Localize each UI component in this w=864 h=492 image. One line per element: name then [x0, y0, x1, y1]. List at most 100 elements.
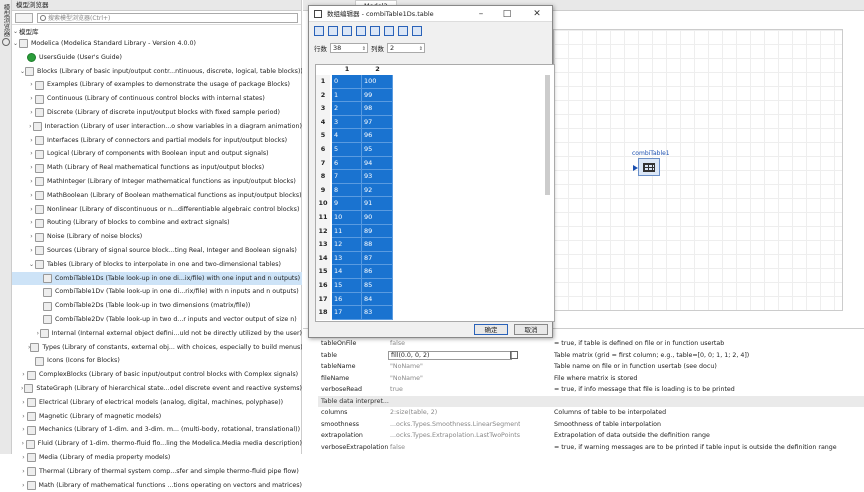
grid-cell[interactable]: 9 — [332, 197, 362, 211]
cancel-button[interactable]: 取消 — [514, 324, 548, 335]
grid-cell[interactable]: 1 — [332, 89, 362, 103]
grid-cell[interactable]: 94 — [362, 157, 393, 171]
tree-item[interactable]: ›Electrical (Library of electrical model… — [12, 396, 302, 410]
tree-item[interactable]: ›Media (Library of media property models… — [12, 451, 302, 465]
delete-row-icon[interactable] — [356, 26, 366, 36]
tree-item[interactable]: ›StateGraph (Library of hierarchical sta… — [12, 382, 302, 396]
chevron-right-icon[interactable]: › — [28, 216, 35, 230]
row-header[interactable]: 10 — [316, 197, 330, 211]
row-header[interactable]: 5 — [316, 129, 330, 143]
chevron-right-icon[interactable]: › — [20, 479, 27, 492]
row-header[interactable]: 11 — [316, 211, 330, 225]
parameter-row[interactable]: verboseReadtrue= true, if info message t… — [318, 384, 864, 396]
parameter-value-input[interactable]: fill(0.0, 0, 2) — [388, 351, 512, 360]
column-header[interactable]: 2 — [362, 65, 393, 74]
chevron-right-icon[interactable]: › — [28, 106, 35, 120]
parameter-row[interactable]: fileName"NoName"File where matrix is sto… — [318, 373, 864, 385]
grid-cell[interactable]: 17 — [332, 306, 362, 320]
chevron-right-icon[interactable]: › — [28, 147, 35, 161]
grid-cell[interactable]: 97 — [362, 116, 393, 130]
rows-spinbox[interactable]: 38⇕ — [330, 43, 368, 53]
grid-cell[interactable]: 5 — [332, 143, 362, 157]
parameter-row[interactable]: columns2:size(table, 2)Columns of table … — [318, 407, 864, 419]
grid-cell[interactable]: 16 — [332, 293, 362, 307]
grid-cell[interactable]: 87 — [362, 252, 393, 266]
tree-item[interactable]: CombiTable2Dv (Table look-up in two d...… — [12, 313, 302, 327]
grid-cell[interactable]: 14 — [332, 265, 362, 279]
tree-item[interactable]: ›ComplexBlocks (Library of basic input/o… — [12, 368, 302, 382]
tree-item[interactable]: ›Fluid (Library of 1-dim. thermo-fluid f… — [12, 437, 302, 451]
row-header[interactable]: 8 — [316, 170, 330, 184]
row-header[interactable]: 9 — [316, 184, 330, 198]
minimize-icon[interactable]: – — [471, 6, 491, 22]
insert-row-icon[interactable] — [342, 26, 352, 36]
grid-cell[interactable]: 99 — [362, 89, 393, 103]
vertical-scrollbar[interactable] — [545, 75, 550, 195]
spin-arrows-icon[interactable]: ⇕ — [362, 45, 366, 54]
tree-item[interactable]: ⌄Tables (Library of blocks to interpolat… — [12, 258, 302, 272]
tree-item[interactable]: ›Examples (Library of examples to demons… — [12, 78, 302, 92]
chevron-right-icon[interactable]: › — [20, 410, 27, 424]
chevron-right-icon[interactable]: › — [20, 465, 27, 479]
chevron-right-icon[interactable]: › — [28, 78, 35, 92]
tree-item[interactable]: ›Discrete (Library of discrete input/out… — [12, 106, 302, 120]
grid-cell[interactable]: 90 — [362, 211, 393, 225]
tree-item[interactable]: CombiTable2Ds (Table look-up in two dime… — [12, 299, 302, 313]
search-input[interactable]: 搜索模型浏览器(Ctrl+) — [37, 13, 298, 23]
row-header[interactable]: 16 — [316, 279, 330, 293]
row-header[interactable]: 18 — [316, 306, 330, 320]
grid-cell[interactable]: 7 — [332, 170, 362, 184]
grid-cell[interactable]: 93 — [362, 170, 393, 184]
grid-cell[interactable]: 100 — [362, 75, 393, 89]
chevron-right-icon[interactable]: › — [20, 437, 26, 451]
tree-item[interactable]: ›Routing (Library of blocks to combine a… — [12, 216, 302, 230]
tree-item[interactable]: ›Types (Library of constants, external o… — [12, 341, 302, 355]
chevron-right-icon[interactable]: › — [20, 368, 27, 382]
parameter-row[interactable]: tableOnFilefalse= true, if table is defi… — [318, 338, 864, 350]
chevron-right-icon[interactable]: › — [28, 203, 35, 217]
chevron-right-icon[interactable]: › — [20, 423, 27, 437]
chevron-right-icon[interactable]: › — [28, 230, 35, 244]
tree-item[interactable]: ›Interfaces (Library of connectors and p… — [12, 134, 302, 148]
parameter-row[interactable]: tablefill(0.0, 0, 2)Table matrix (grid =… — [318, 350, 864, 362]
tree-item[interactable]: ›Continuous (Library of continuous contr… — [12, 92, 302, 106]
grid-cell[interactable]: 84 — [362, 293, 393, 307]
save-icon[interactable] — [328, 26, 338, 36]
grid-cell[interactable]: 3 — [332, 116, 362, 130]
chevron-down-icon[interactable]: ⌄ — [12, 37, 19, 51]
grid-cell[interactable]: 10 — [332, 211, 362, 225]
chevron-right-icon[interactable]: › — [28, 189, 35, 203]
row-header[interactable]: 3 — [316, 102, 330, 116]
row-header[interactable]: 12 — [316, 225, 330, 239]
tree-item[interactable]: CombiTable1Dv (Table look-up in one di..… — [12, 285, 302, 299]
tree-item[interactable]: ›Mechanics (Library of 1-dim. and 3-dim.… — [12, 423, 302, 437]
array-grid[interactable]: 1 2 101002199329843975496659576948793989… — [315, 64, 555, 322]
grid-cell[interactable]: 95 — [362, 143, 393, 157]
row-header[interactable]: 6 — [316, 143, 330, 157]
open-icon[interactable] — [314, 26, 324, 36]
parameter-section[interactable]: Table data interpret... — [318, 396, 864, 408]
tree-section-header[interactable]: ⌄模型库 — [12, 27, 302, 37]
tree-item[interactable]: ›Thermal (Library of thermal system comp… — [12, 465, 302, 479]
grid-cell[interactable]: 13 — [332, 252, 362, 266]
grid-cell[interactable]: 85 — [362, 279, 393, 293]
chevron-right-icon[interactable]: › — [28, 175, 35, 189]
chevron-right-icon[interactable]: › — [28, 92, 35, 106]
grid-cell[interactable]: 86 — [362, 265, 393, 279]
chevron-right-icon[interactable]: › — [20, 451, 27, 465]
grid-cell[interactable]: 12 — [332, 238, 362, 252]
tree-item[interactable]: ›Noise (Library of noise blocks) — [12, 230, 302, 244]
grid-cell[interactable]: 88 — [362, 238, 393, 252]
tree-item[interactable]: ›Internal (Internal external object defi… — [12, 327, 302, 341]
paste-icon[interactable] — [412, 26, 422, 36]
ok-button[interactable]: 确定 — [474, 324, 508, 335]
delete-column-icon[interactable] — [384, 26, 394, 36]
combitable-block[interactable] — [638, 158, 660, 176]
grid-cell[interactable]: 11 — [332, 225, 362, 239]
tree-item[interactable]: ›MathBoolean (Library of Boolean mathema… — [12, 189, 302, 203]
grid-cell[interactable]: 6 — [332, 157, 362, 171]
copy-icon[interactable] — [398, 26, 408, 36]
maximize-icon[interactable]: □ — [497, 6, 517, 22]
grid-cell[interactable]: 91 — [362, 197, 393, 211]
chevron-right-icon[interactable]: › — [28, 134, 35, 148]
